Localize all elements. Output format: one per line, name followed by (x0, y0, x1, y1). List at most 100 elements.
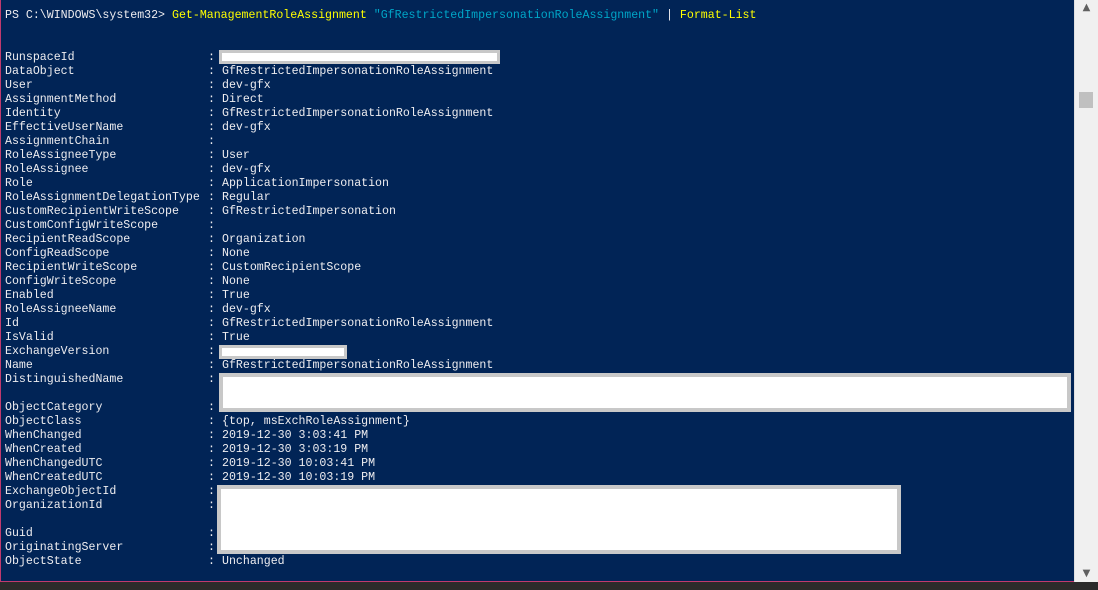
property-name: ObjectClass (5, 415, 82, 428)
property-separator: : (208, 219, 215, 232)
property-value: dev-gfx (222, 303, 271, 316)
property-value: {top, msExchRoleAssignment} (222, 415, 410, 428)
property-name: WhenChanged (5, 429, 82, 442)
redacted-runspaceid (219, 50, 500, 64)
redacted-ids (217, 485, 901, 554)
property-value: Unchanged (222, 555, 285, 568)
property-separator: : (208, 331, 215, 344)
property-value: True (222, 289, 250, 302)
property-separator: : (208, 303, 215, 316)
property-value: dev-gfx (222, 163, 271, 176)
property-name: Enabled (5, 289, 54, 302)
property-name: CustomConfigWriteScope (5, 219, 159, 232)
vertical-scrollbar[interactable]: ▲ ▼ (1074, 0, 1098, 582)
property-name: OrganizationId (5, 499, 103, 512)
property-name: EffectiveUserName (5, 121, 124, 134)
property-name: WhenCreatedUTC (5, 471, 103, 484)
property-separator: : (208, 93, 215, 106)
property-separator: : (208, 317, 215, 330)
property-separator: : (208, 205, 215, 218)
property-name: ConfigWriteScope (5, 275, 117, 288)
property-name: OriginatingServer (5, 541, 124, 554)
property-name: ConfigReadScope (5, 247, 110, 260)
property-separator: : (208, 527, 215, 540)
property-value: dev-gfx (222, 121, 271, 134)
prompt-text: PS C:\WINDOWS\system32> (5, 9, 172, 22)
property-separator: : (208, 499, 215, 512)
property-separator: : (208, 191, 215, 204)
property-name: RoleAssignee (5, 163, 89, 176)
property-separator: : (208, 345, 215, 358)
property-separator: : (208, 65, 215, 78)
property-value: 2019-12-30 10:03:41 PM (222, 457, 376, 470)
property-value: Direct (222, 93, 264, 106)
property-value: Regular (222, 191, 271, 204)
property-separator: : (208, 51, 215, 64)
property-name: WhenChangedUTC (5, 457, 103, 470)
property-separator: : (208, 177, 215, 190)
property-separator: : (208, 401, 215, 414)
property-name: RunspaceId (5, 51, 75, 64)
property-name: ExchangeObjectId (5, 485, 117, 498)
cmdlet-text: Get-ManagementRoleAssignment (171, 9, 367, 22)
property-separator: : (208, 457, 215, 470)
property-separator: : (208, 135, 215, 148)
property-separator: : (208, 373, 215, 386)
property-name: IsValid (5, 331, 54, 344)
property-value: None (222, 247, 250, 260)
property-value: GfRestrictedImpersonationRoleAssignment (222, 317, 494, 330)
property-separator: : (208, 289, 215, 302)
property-separator: : (208, 471, 215, 484)
property-name: Name (5, 359, 33, 372)
property-separator: : (208, 121, 215, 134)
property-name: User (5, 79, 33, 92)
property-name: RecipientWriteScope (5, 261, 138, 274)
property-value: GfRestrictedImpersonationRoleAssignment (222, 359, 494, 372)
property-separator: : (208, 261, 215, 274)
property-separator: : (208, 163, 215, 176)
property-name: Identity (5, 107, 61, 120)
chevron-down-icon[interactable]: ▼ (1075, 566, 1098, 582)
property-value: dev-gfx (222, 79, 271, 92)
property-separator: : (208, 247, 215, 260)
property-name: RecipientReadScope (5, 233, 131, 246)
property-name: ExchangeVersion (5, 345, 110, 358)
property-value: User (222, 149, 250, 162)
property-separator: : (208, 359, 215, 372)
command-line: PS C:\WINDOWS\system32> Get-ManagementRo… (5, 9, 756, 23)
property-separator: : (208, 555, 215, 568)
property-name: RoleAssignmentDelegationType (5, 191, 200, 204)
property-value: GfRestrictedImpersonation (222, 205, 396, 218)
property-separator: : (208, 485, 215, 498)
property-separator: : (208, 415, 215, 428)
scrollbar-thumb[interactable] (1079, 92, 1093, 108)
property-name: RoleAssigneeType (5, 149, 117, 162)
property-separator: : (208, 429, 215, 442)
property-separator: : (208, 79, 215, 92)
property-separator: : (208, 233, 215, 246)
pipe-text: | (659, 9, 680, 22)
property-name: Guid (5, 527, 33, 540)
formatter-text: Format-List (679, 9, 757, 22)
property-name: AssignmentMethod (5, 93, 117, 106)
property-value: CustomRecipientScope (222, 261, 362, 274)
redacted-exchangeversion (219, 345, 347, 359)
chevron-up-icon[interactable]: ▲ (1075, 0, 1098, 16)
argument-text: "GfRestrictedImpersonationRoleAssignment… (373, 9, 660, 22)
property-name: ObjectState (5, 555, 82, 568)
powershell-console[interactable]: PS C:\WINDOWS\system32> Get-ManagementRo… (0, 0, 1074, 582)
property-name: Id (5, 317, 19, 330)
property-value: None (222, 275, 250, 288)
property-value: 2019-12-30 3:03:19 PM (222, 443, 369, 456)
property-name: RoleAssigneeName (5, 303, 117, 316)
property-value: GfRestrictedImpersonationRoleAssignment (222, 65, 494, 78)
property-value: GfRestrictedImpersonationRoleAssignment (222, 107, 494, 120)
property-name: CustomRecipientWriteScope (5, 205, 179, 218)
property-name: DistinguishedName (5, 373, 124, 386)
property-separator: : (208, 443, 215, 456)
property-name: WhenCreated (5, 443, 82, 456)
property-separator: : (208, 149, 215, 162)
property-separator: : (208, 275, 215, 288)
property-value: Organization (222, 233, 306, 246)
redacted-distinguishedname (219, 373, 1071, 412)
